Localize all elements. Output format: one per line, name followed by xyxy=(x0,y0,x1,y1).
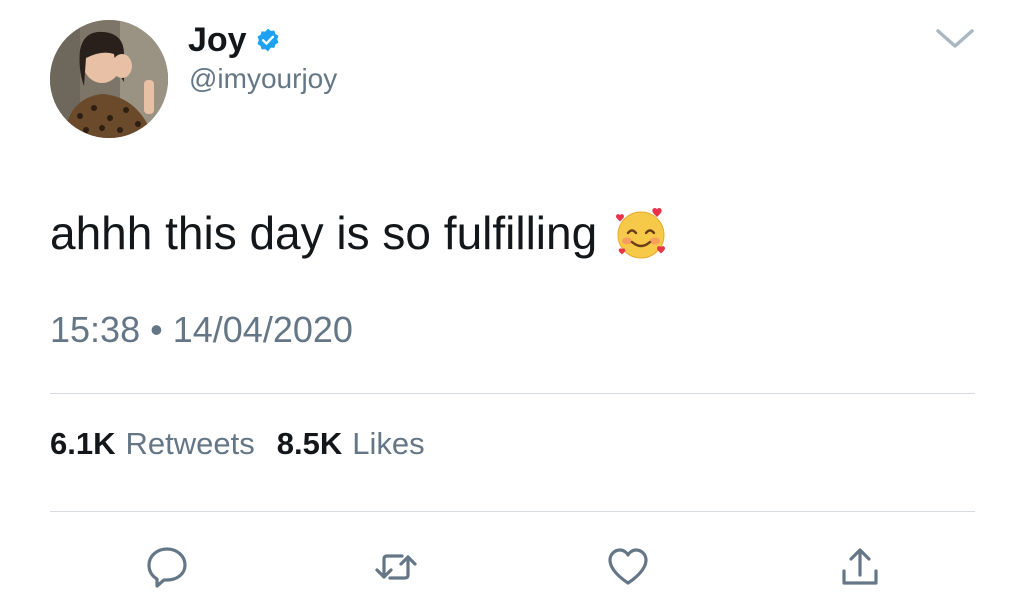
verified-badge-icon xyxy=(257,28,279,52)
author-name[interactable]: Joy xyxy=(188,22,247,58)
tweet-stats: 6.1K Retweets 8.5K Likes xyxy=(50,424,447,464)
chevron-down-icon[interactable] xyxy=(935,27,975,51)
likes-label: Likes xyxy=(352,426,425,461)
retweet-button[interactable] xyxy=(374,545,418,589)
retweets-label: Retweets xyxy=(125,426,255,461)
reply-button[interactable] xyxy=(145,545,189,589)
retweet-icon xyxy=(375,554,417,580)
author-name-row[interactable]: Joy xyxy=(188,22,281,58)
divider-bottom xyxy=(50,511,975,512)
avatar[interactable] xyxy=(50,20,168,138)
likes-stat[interactable]: 8.5K Likes xyxy=(277,424,425,464)
author-handle[interactable]: @imyourjoy xyxy=(189,62,337,96)
tweet-timestamp[interactable]: 15:38 • 14/04/2020 xyxy=(50,308,353,352)
share-button[interactable] xyxy=(838,545,882,589)
smiling-face-with-hearts-icon xyxy=(616,207,666,259)
likes-count: 8.5K xyxy=(276,426,343,461)
tweet-time: 15:38 xyxy=(50,309,141,350)
like-button[interactable] xyxy=(606,545,650,589)
retweets-count: 6.1K xyxy=(50,426,116,461)
share-icon xyxy=(842,548,878,585)
timestamp-separator: • xyxy=(150,309,163,350)
divider-top xyxy=(50,393,975,394)
tweet-date: 14/04/2020 xyxy=(172,309,353,350)
tweet-text: ahhh this day is so fulfilling xyxy=(50,207,598,259)
retweets-stat[interactable]: 6.1K Retweets xyxy=(50,424,255,464)
like-icon xyxy=(608,548,648,585)
reply-icon xyxy=(147,547,187,588)
tweet-text-row: ahhh this day is so fulfilling xyxy=(50,203,669,263)
